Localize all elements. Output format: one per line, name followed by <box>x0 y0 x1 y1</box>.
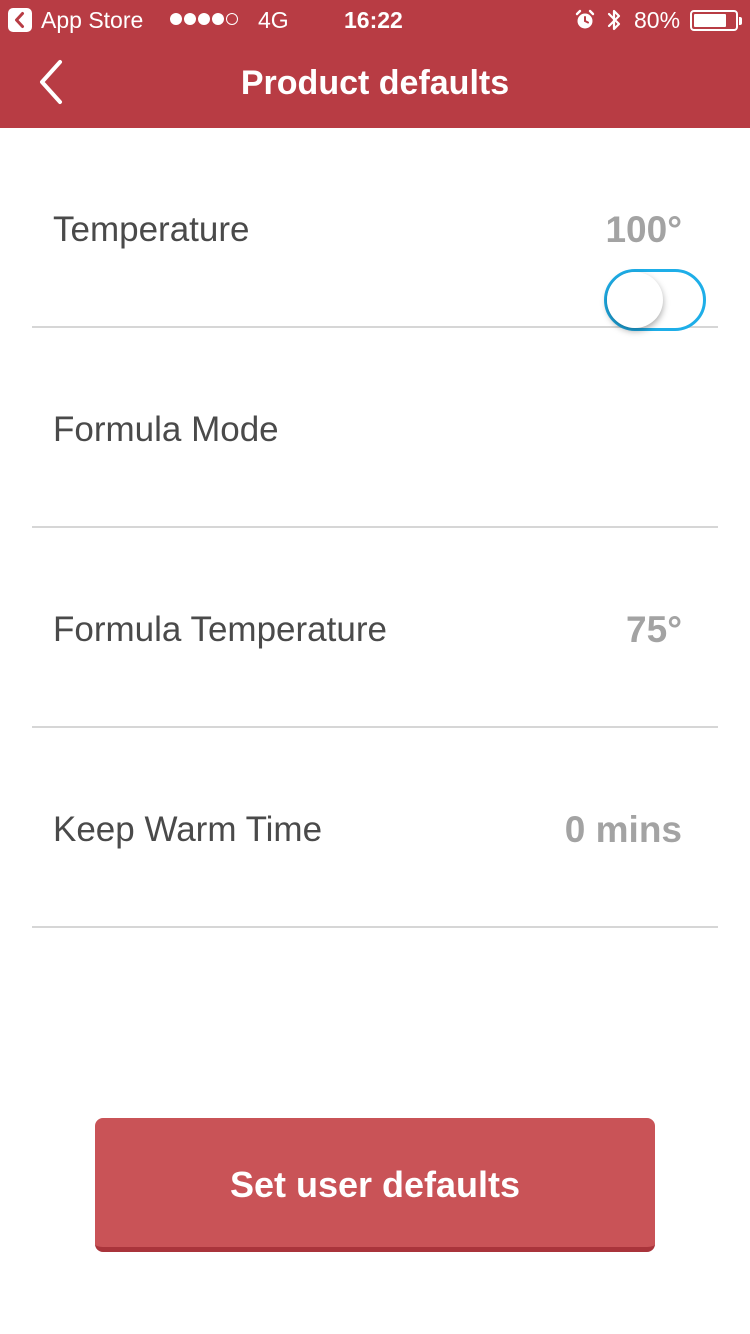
settings-list: Temperature 100° Formula Mode Formula Te… <box>0 128 750 928</box>
formula-temperature-label: Formula Temperature <box>53 610 387 649</box>
formula-mode-row: Formula Mode <box>0 328 750 528</box>
temperature-label: Temperature <box>53 210 250 249</box>
keep-warm-time-label: Keep Warm Time <box>53 810 323 849</box>
status-bar: App Store 4G 16:22 80% <box>0 0 750 40</box>
bluetooth-icon <box>606 7 622 39</box>
set-user-defaults-button[interactable]: Set user defaults <box>95 1118 655 1252</box>
temperature-value[interactable]: 100° <box>605 208 682 252</box>
formula-mode-label: Formula Mode <box>53 410 279 449</box>
page-title: Product defaults <box>240 64 510 102</box>
keep-warm-time-row[interactable]: Keep Warm Time 0 mins <box>0 728 750 928</box>
clock: 16:22 <box>344 7 403 33</box>
battery-fill <box>694 14 726 27</box>
formula-temperature-value[interactable]: 75° <box>626 608 682 652</box>
network-type: 4G <box>258 7 289 33</box>
formula-mode-toggle[interactable] <box>604 269 706 331</box>
battery-percentage: 80% <box>634 7 681 33</box>
header: App Store 4G 16:22 80% Product defaults <box>0 0 750 128</box>
keep-warm-time-value[interactable]: 0 mins <box>565 808 682 852</box>
divider <box>32 926 718 928</box>
alarm-icon <box>575 9 595 37</box>
formula-temperature-row[interactable]: Formula Temperature 75° <box>0 528 750 728</box>
toggle-knob <box>607 272 663 328</box>
signal-strength-icon <box>170 13 238 27</box>
battery-icon <box>690 10 742 31</box>
back-to-app-icon[interactable] <box>8 8 32 32</box>
battery-nub <box>739 17 742 25</box>
back-app-label[interactable]: App Store <box>41 6 143 34</box>
